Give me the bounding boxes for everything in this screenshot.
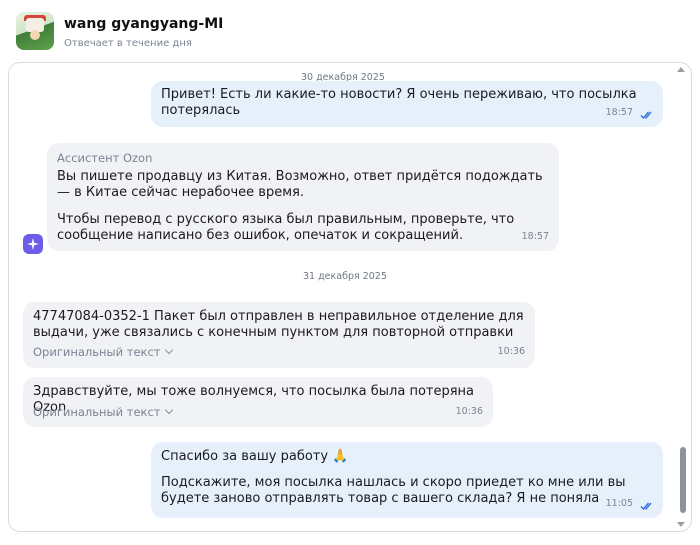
- original-text-label: Оригинальный текст: [33, 345, 161, 359]
- message-incoming[interactable]: 47747084-0352-1 Пакет был отправлен в не…: [23, 302, 535, 368]
- message-time: 18:57: [605, 107, 633, 118]
- original-text-label: Оригинальный текст: [33, 405, 161, 419]
- message-text: Подскажите, моя посылка нашлась и скоро …: [161, 475, 626, 506]
- double-check-icon: [640, 502, 652, 510]
- scroll-down-icon[interactable]: [677, 522, 685, 527]
- double-check-icon: [640, 111, 652, 119]
- message-outgoing[interactable]: Привет! Есть ли какие-то новости? Я очен…: [151, 81, 663, 127]
- avatar-figure-shape: [30, 30, 40, 40]
- original-text-toggle[interactable]: Оригинальный текст: [33, 404, 173, 420]
- message-time: 10:36: [497, 346, 525, 357]
- message-text: Спасибо за вашу работу 🙏: [161, 449, 349, 464]
- message-time: 11:05: [605, 498, 633, 509]
- message-outgoing[interactable]: Спасибо за вашу работу 🙏 Подскажите, моя…: [151, 442, 663, 518]
- message-text: Чтобы перевод с русского языка был прави…: [57, 212, 515, 243]
- message-time: 18:57: [521, 231, 549, 242]
- message-assistant[interactable]: Ассистент Ozon Вы пишете продавцу из Кит…: [47, 143, 559, 251]
- date-separator: 31 декабря 2025: [303, 271, 387, 282]
- scrollbar-thumb[interactable]: [680, 447, 686, 513]
- message-text: Вы пишете продавцу из Китая. Возможно, о…: [57, 169, 543, 200]
- chat-header: wang gyangyang-MI Отвечает в течение дня: [0, 0, 700, 62]
- message-text: Привет! Есть ли какие-то новости? Я очен…: [161, 87, 637, 118]
- original-text-toggle[interactable]: Оригинальный текст: [33, 344, 173, 360]
- seller-name[interactable]: wang gyangyang-MI: [64, 16, 223, 32]
- chevron-down-icon: [164, 345, 173, 355]
- message-incoming[interactable]: Здравствуйте, мы тоже волнуемся, что пос…: [23, 377, 493, 427]
- message-time: 10:36: [455, 406, 483, 417]
- scroll-up-icon[interactable]: [677, 67, 685, 72]
- chevron-down-icon: [164, 405, 173, 415]
- seller-status: Отвечает в течение дня: [64, 38, 192, 49]
- sparkle-icon: [23, 234, 43, 254]
- sender-name: Ассистент Ozon: [57, 151, 153, 165]
- seller-avatar[interactable]: [16, 12, 54, 50]
- chat-panel[interactable]: 30 декабря 2025 Привет! Есть ли какие-то…: [8, 62, 692, 532]
- message-text: 47747084-0352-1 Пакет был отправлен в не…: [33, 309, 524, 340]
